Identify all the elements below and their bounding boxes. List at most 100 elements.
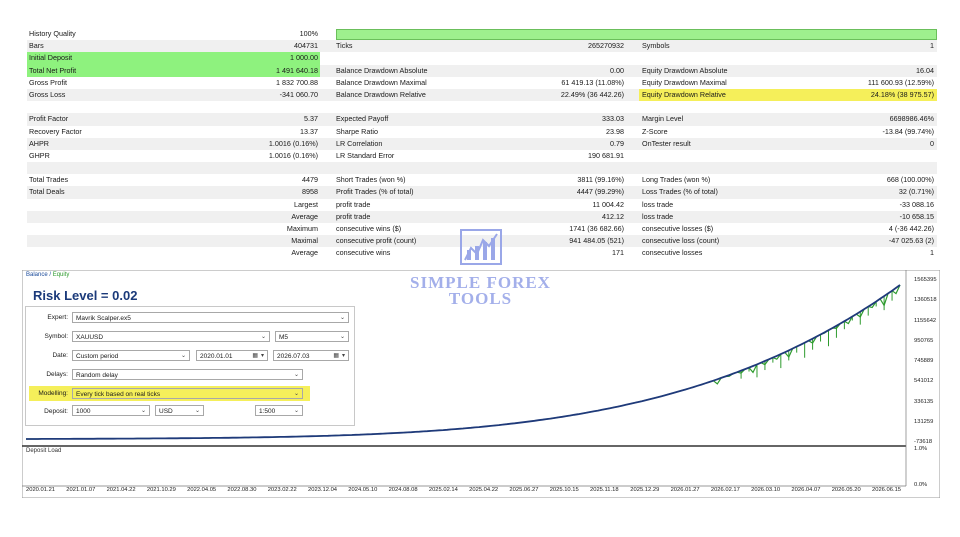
date-from-value: 2020.01.01 (200, 353, 233, 360)
x-axis-label: 2025.02.14 (429, 487, 458, 493)
y-axis-label: 336135 (914, 399, 933, 405)
x-axis-label: 2025.06.27 (509, 487, 538, 493)
sharpe-value: 23.98 (336, 126, 624, 138)
ahpr-value: 1.0016 (0.16%) (27, 138, 318, 150)
date-to-input[interactable]: 2026.07.03 ▦ ▾ (273, 350, 349, 361)
row-bars: Bars 404731 Ticks 265270932 Symbols 1 (27, 40, 937, 52)
average-profit-value: 412.12 (336, 211, 624, 223)
x-axis-label: 2023.12.04 (308, 487, 337, 493)
average-label: Average (27, 211, 318, 223)
gross-loss-value: -341 060.70 (27, 89, 318, 101)
chevron-down-icon: ⌄ (141, 406, 146, 417)
x-axis-label: 2025.04.22 (469, 487, 498, 493)
deposit-input[interactable]: 1000 ⌄ (72, 405, 150, 416)
row-average: Average profit trade 412.12 loss trade -… (27, 211, 937, 223)
x-axis-label: 2025.12.29 (630, 487, 659, 493)
report-table: History Quality 100% Bars 404731 Ticks 2… (27, 28, 937, 260)
logo-icon (457, 226, 505, 270)
short-trades-value: 3811 (99.16%) (336, 174, 624, 186)
ontester-value: 0 (642, 138, 934, 150)
delays-label: Delays: (24, 371, 68, 378)
eq-dd-rel-value: 24.18% (38 975.57) (642, 89, 934, 101)
x-axis-label: 2026.04.07 (791, 487, 820, 493)
timeframe-value: M5 (279, 334, 288, 341)
x-axis-label: 2022.08.30 (227, 487, 256, 493)
bal-dd-max-value: 61 419.13 (11.08%) (336, 77, 624, 89)
date-mode-select[interactable]: Custom period ⌄ (72, 350, 190, 361)
row-net-profit: Total Net Profit 1 491 640.18 Balance Dr… (27, 65, 937, 77)
leverage-select[interactable]: 1:500 ⌄ (255, 405, 303, 416)
row-profit-factor: Profit Factor 5.37 Expected Payoff 333.0… (27, 113, 937, 125)
chevron-down-icon: ⌄ (340, 332, 345, 343)
x-axis-label: 2025.10.15 (550, 487, 579, 493)
y-axis-label: 541012 (914, 378, 933, 384)
x-axis-label: 2024.08.08 (389, 487, 418, 493)
bars-value: 404731 (27, 40, 318, 52)
delays-select[interactable]: Random delay ⌄ (72, 369, 303, 380)
date-mode-value: Custom period (76, 353, 118, 360)
row-history-quality: History Quality 100% (27, 28, 937, 40)
maximum-label: Maximum (27, 223, 318, 235)
chart-title-balance: Balance (26, 272, 48, 278)
row-total-deals: Total Deals 8958 Profit Trades (% of tot… (27, 186, 937, 198)
initial-deposit-value: 1 000.00 (27, 52, 318, 64)
long-trades-value: 668 (100.00%) (642, 174, 934, 186)
chart-title-equity: Equity (53, 272, 70, 278)
deposit-label: Deposit: (24, 408, 68, 415)
calendar-icon: ▦ (333, 351, 339, 362)
watermark: SIMPLE FOREX TOOLS (398, 226, 563, 307)
x-axis-label: 2021.04.22 (107, 487, 136, 493)
ghpr-value: 1.0016 (0.16%) (27, 150, 318, 162)
date-label: Date: (24, 352, 68, 359)
x-axis-label: 2026.06.15 (872, 487, 901, 493)
x-axis-label: 2026.05.20 (832, 487, 861, 493)
x-axis-label: 2023.02.22 (268, 487, 297, 493)
chevron-down-icon: ▾ (342, 351, 345, 362)
timeframe-select[interactable]: M5 ⌄ (275, 331, 349, 342)
bal-dd-rel-value: 22.49% (36 442.26) (336, 89, 624, 101)
largest-loss-value: -33 088.16 (642, 199, 934, 211)
calendar-icon: ▦ (252, 351, 258, 362)
y-axis-label: 131259 (914, 419, 933, 425)
chevron-down-icon: ⌄ (294, 370, 299, 381)
lr-std-value: 190 681.91 (336, 150, 624, 162)
history-quality-value: 100% (27, 28, 318, 40)
chevron-down-icon: ⌄ (195, 406, 200, 417)
x-axis-label: 2024.05.10 (348, 487, 377, 493)
x-axis-label: 2026.01.27 (671, 487, 700, 493)
eq-dd-abs-value: 16.04 (642, 65, 934, 77)
x-axis-label: 2026.03.10 (751, 487, 780, 493)
risk-level-title: Risk Level = 0.02 (33, 288, 137, 303)
expert-label: Expert: (24, 314, 68, 321)
x-axis-label: 2021.01.07 (66, 487, 95, 493)
symbols-value: 1 (642, 40, 934, 52)
row-initial-deposit: Initial Deposit 1 000.00 (27, 52, 937, 64)
symbol-select[interactable]: XAUUSD ⌄ (72, 331, 270, 342)
row-ghpr: GHPR 1.0016 (0.16%) LR Standard Error 19… (27, 150, 937, 162)
date-from-input[interactable]: 2020.01.01 ▦ ▾ (196, 350, 268, 361)
date-to-value: 2026.07.03 (277, 353, 310, 360)
deposit-value: 1000 (76, 408, 90, 415)
bal-dd-abs-value: 0.00 (336, 65, 624, 77)
row-recovery-factor: Recovery Factor 13.37 Sharpe Ratio 23.98… (27, 126, 937, 138)
gross-profit-value: 1 832 700.88 (27, 77, 318, 89)
profit-factor-value: 5.37 (27, 113, 318, 125)
x-axis-label: 2022.04.05 (187, 487, 216, 493)
currency-value: USD (159, 408, 173, 415)
ticks-value: 265270932 (336, 40, 624, 52)
row-total-trades: Total Trades 4479 Short Trades (won %) 3… (27, 174, 937, 186)
chart-title: Balance / Equity (26, 272, 69, 278)
row-largest: Largest profit trade 11 004.42 loss trad… (27, 199, 937, 211)
leverage-value: 1:500 (259, 408, 275, 415)
sub-y-axis-label: 0.0% (914, 482, 927, 488)
y-axis-label: 950765 (914, 338, 933, 344)
delays-value: Random delay (76, 372, 118, 379)
watermark-line2: TOOLS (398, 291, 563, 307)
margin-level-value: 6698986.46% (642, 113, 934, 125)
max-cons-losses-value: 4 (-36 442.26) (642, 223, 934, 235)
chevron-down-icon: ⌄ (294, 406, 299, 417)
currency-select[interactable]: USD ⌄ (155, 405, 204, 416)
modelling-select[interactable]: Every tick based on real ticks ⌄ (72, 388, 303, 399)
largest-profit-value: 11 004.42 (336, 199, 624, 211)
expert-select[interactable]: Mavrik Scalper.ex5 ⌄ (72, 312, 349, 323)
